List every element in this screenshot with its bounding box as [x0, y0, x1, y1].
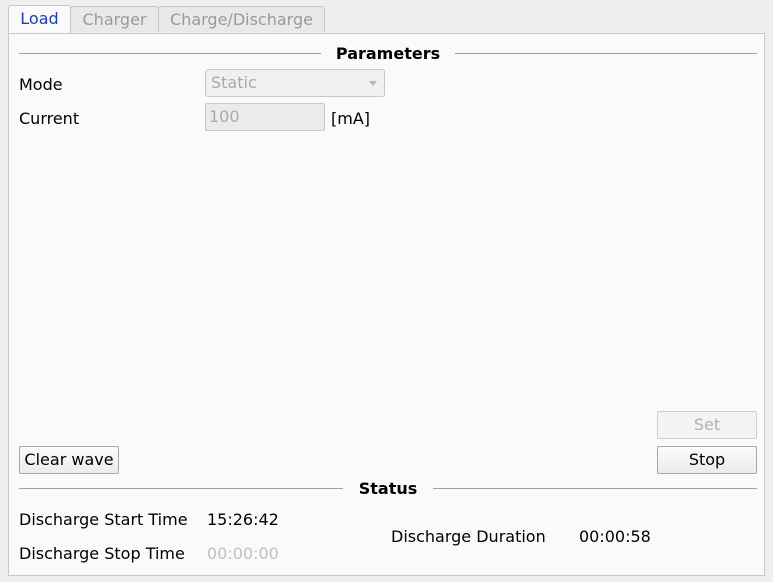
discharge-stop-label: Discharge Stop Time: [19, 544, 185, 563]
discharge-start-value: 15:26:42: [207, 510, 279, 529]
discharge-start-label: Discharge Start Time: [19, 510, 188, 529]
parameters-divider-left: [19, 53, 321, 54]
mode-label: Mode: [19, 75, 63, 94]
discharge-duration-value: 00:00:58: [579, 527, 651, 546]
parameters-divider-right: [455, 53, 757, 54]
current-unit: [mA]: [331, 109, 371, 128]
set-button[interactable]: Set: [657, 411, 757, 439]
stop-button[interactable]: Stop: [657, 446, 757, 474]
mode-value: Static: [211, 73, 257, 92]
dropdown-arrow-icon: [369, 81, 377, 86]
load-panel: Parameters Mode Static Current 100 [mA] …: [8, 33, 765, 576]
status-title: Status: [358, 479, 418, 498]
current-label: Current: [19, 109, 80, 128]
discharge-stop-value: 00:00:00: [207, 544, 279, 563]
parameters-title: Parameters: [335, 44, 441, 63]
tab-load[interactable]: Load: [8, 5, 71, 33]
current-input[interactable]: 100: [205, 103, 325, 131]
status-divider-right: [433, 488, 757, 489]
discharge-duration-label: Discharge Duration: [391, 527, 546, 546]
clear-wave-button[interactable]: Clear wave: [19, 446, 119, 474]
status-divider-left: [19, 488, 343, 489]
tab-charger[interactable]: Charger: [70, 6, 159, 32]
mode-dropdown[interactable]: Static: [205, 69, 385, 97]
tab-charge-discharge[interactable]: Charge/Discharge: [158, 6, 325, 32]
